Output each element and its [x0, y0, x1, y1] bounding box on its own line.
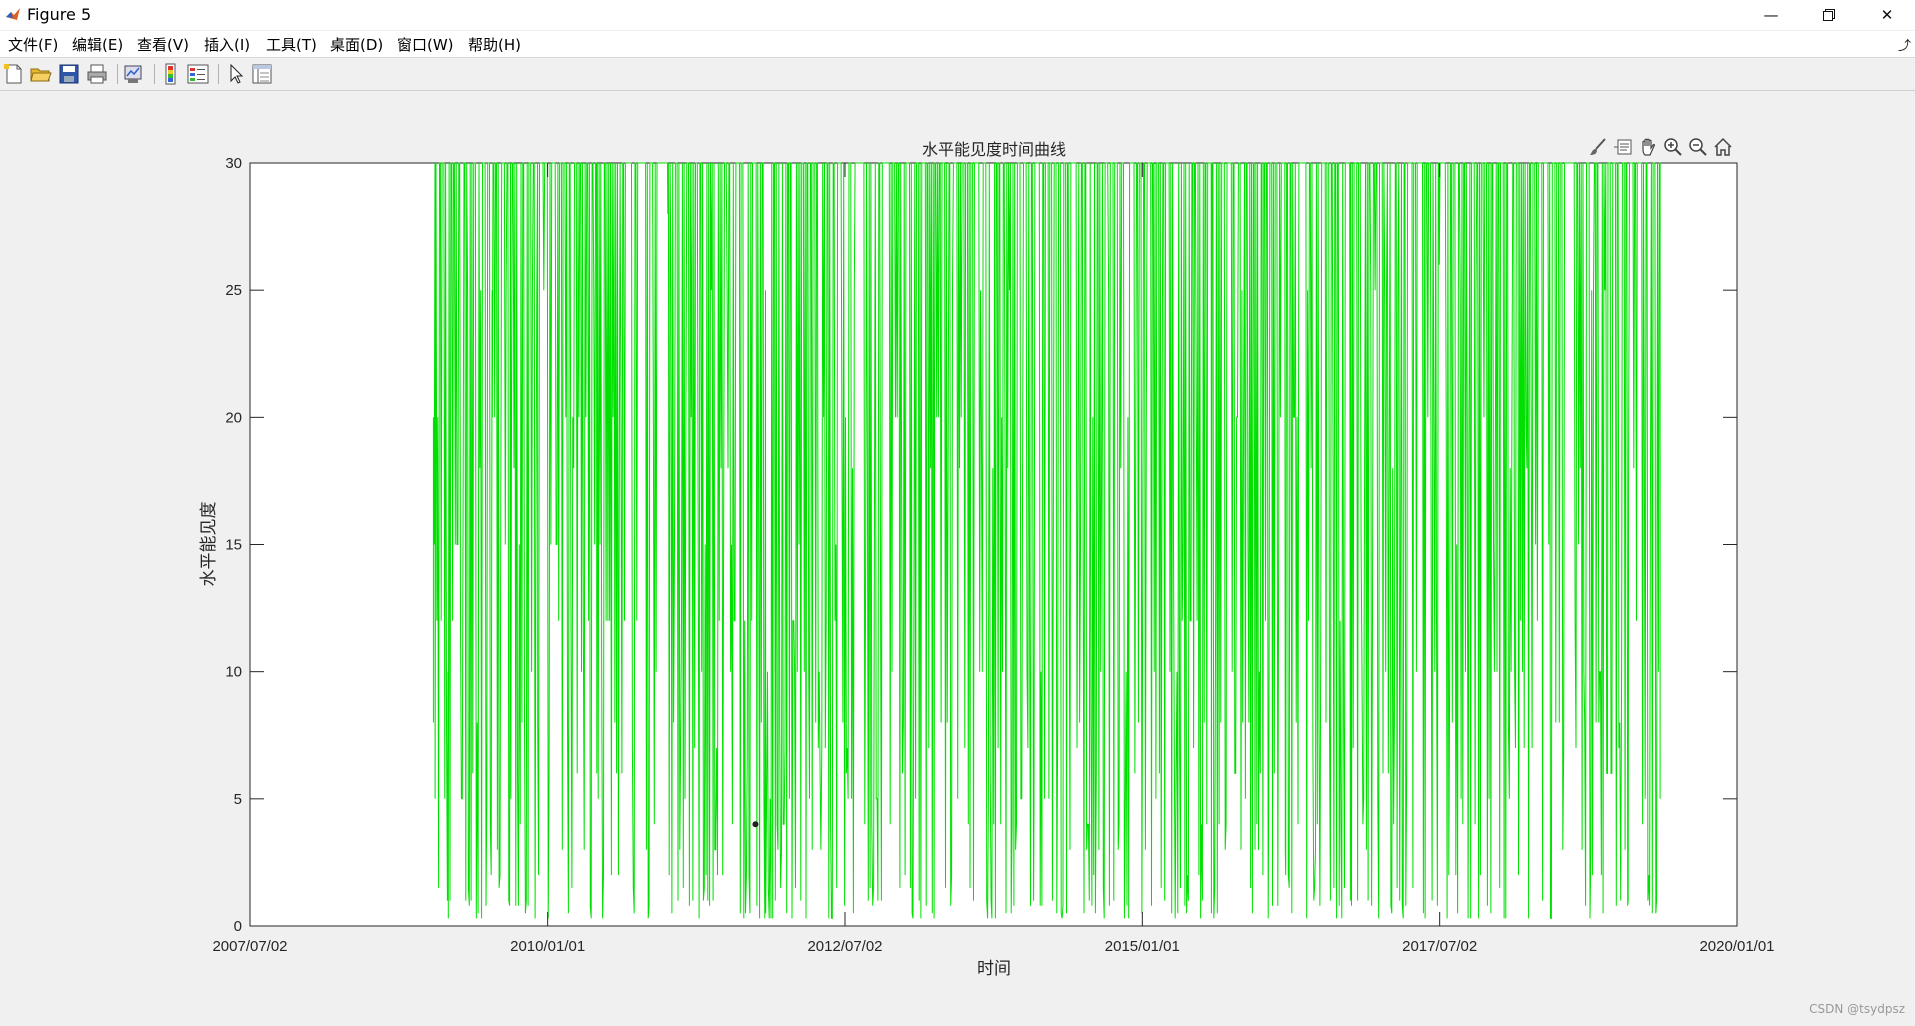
restore-icon [1823, 9, 1835, 21]
minimize-button[interactable]: — [1742, 0, 1800, 30]
menu-insert[interactable]: 插入(I) [204, 34, 250, 55]
home-icon[interactable] [1712, 136, 1734, 158]
minimize-icon: — [1763, 6, 1779, 24]
property-inspector-icon[interactable] [250, 62, 274, 86]
edit-plot-icon[interactable] [224, 62, 248, 86]
print-icon[interactable] [85, 62, 109, 86]
close-icon: ✕ [1880, 6, 1894, 24]
data-tip-icon[interactable] [1612, 136, 1634, 158]
undock-arrow-icon[interactable]: ⤴ [1898, 35, 1911, 54]
legend-icon[interactable] [186, 62, 210, 86]
window-title: Figure 5 [27, 5, 92, 24]
toolbar-separator [218, 64, 219, 84]
close-button[interactable]: ✕ [1858, 0, 1915, 30]
brush-icon[interactable] [1587, 136, 1609, 158]
menu-window[interactable]: 窗口(W) [397, 34, 454, 55]
figure-toolbar [0, 58, 1915, 91]
menu-tools[interactable]: 工具(T) [266, 34, 317, 55]
zoom-in-icon[interactable] [1662, 136, 1684, 158]
toolbar-separator [117, 64, 118, 84]
colorbar-icon[interactable] [159, 62, 183, 86]
new-figure-icon[interactable] [2, 62, 26, 86]
menu-file[interactable]: 文件(F) [8, 34, 58, 55]
menu-view[interactable]: 查看(V) [137, 34, 189, 55]
open-file-icon[interactable] [29, 62, 53, 86]
zoom-out-icon[interactable] [1687, 136, 1709, 158]
figure-canvas-area [0, 91, 1915, 1026]
matlab-logo-icon [5, 6, 21, 22]
menu-desktop[interactable]: 桌面(D) [330, 34, 383, 55]
link-icon[interactable] [121, 62, 145, 86]
watermark: CSDN @tsydpsz [1809, 1002, 1905, 1016]
restore-button[interactable] [1800, 0, 1858, 30]
pan-icon[interactable] [1637, 136, 1659, 158]
save-icon[interactable] [57, 62, 81, 86]
toolbar-separator [154, 64, 155, 84]
menu-edit[interactable]: 编辑(E) [72, 34, 123, 55]
menu-help[interactable]: 帮助(H) [468, 34, 521, 55]
menu-bar: 文件(F) 编辑(E) 查看(V) 插入(I) 工具(T) 桌面(D) 窗口(W… [0, 31, 1915, 58]
title-bar: Figure 5 — ✕ [0, 0, 1915, 30]
